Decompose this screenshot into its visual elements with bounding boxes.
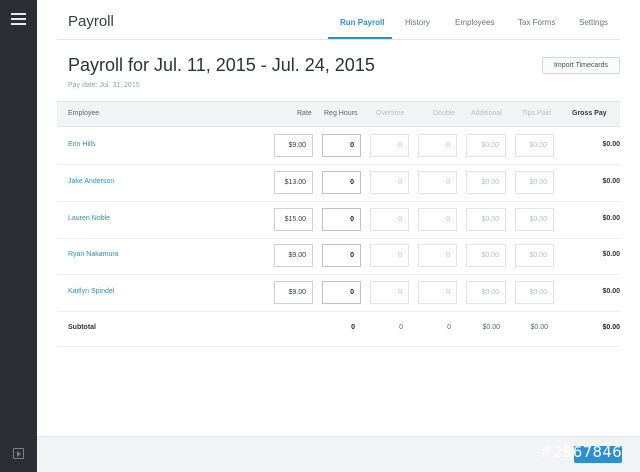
tips-paid-input[interactable]: $0.00 (515, 244, 554, 267)
overtime-input[interactable]: 0 (370, 281, 409, 304)
additional-input[interactable]: $0.00 (466, 171, 506, 194)
sidebar (0, 0, 37, 472)
tips-paid-input[interactable]: $0.00 (515, 208, 554, 231)
double-input[interactable]: 0 (418, 134, 457, 157)
employee-link[interactable]: Lauren Noble (68, 215, 110, 222)
table-row: Erin Hills $9.00 0 0 0 $0.00 $0.00 $0.00 (57, 128, 620, 165)
gross-pay-value: $0.00 (602, 215, 620, 222)
overtime-input[interactable]: 0 (370, 208, 409, 231)
table-row: Kaitlyn Spindel $9.00 0 0 0 $0.00 $0.00 … (57, 275, 620, 312)
double-input[interactable]: 0 (418, 281, 457, 304)
subtotal-double: 0 (447, 324, 451, 331)
reg-hours-input[interactable]: 0 (322, 281, 361, 304)
divider (57, 39, 620, 40)
collapse-sidebar-icon[interactable] (13, 448, 24, 459)
additional-input[interactable]: $0.00 (466, 134, 506, 157)
top-nav: Payroll Run Payroll History Employees Ta… (37, 0, 640, 40)
reg-hours-input[interactable]: 0 (322, 244, 361, 267)
page-title: Payroll for Jul. 11, 2015 - Jul. 24, 201… (68, 55, 375, 75)
rate-field[interactable]: $9.00 (274, 134, 313, 157)
tab-history[interactable]: History (405, 18, 430, 27)
hamburger-menu-icon[interactable] (11, 13, 26, 25)
reg-hours-input[interactable]: 0 (322, 208, 361, 231)
employee-link[interactable]: Erin Hills (68, 141, 96, 148)
tips-paid-input[interactable]: $0.00 (515, 134, 554, 157)
col-double: Double (433, 110, 456, 117)
gross-pay-value: $0.00 (602, 288, 620, 295)
footer-bar: #2967846 (37, 436, 640, 472)
col-additional: Additional (471, 110, 502, 117)
tips-paid-input[interactable]: $0.00 (515, 171, 554, 194)
subtotal-overtime: 0 (399, 324, 403, 331)
double-input[interactable]: 0 (418, 244, 457, 267)
double-input[interactable]: 0 (418, 171, 457, 194)
col-rate: Rate (297, 110, 312, 117)
additional-input[interactable]: $0.00 (466, 244, 506, 267)
col-gross-pay: Gross Pay (572, 110, 607, 117)
additional-input[interactable]: $0.00 (466, 208, 506, 231)
tab-employees[interactable]: Employees (455, 18, 495, 27)
col-reg-hours: Reg Hours (324, 110, 358, 117)
subtotal-additional: $0.00 (482, 324, 500, 331)
employee-link[interactable]: Ryan Nakamura (68, 251, 119, 258)
col-employee: Employee (68, 110, 100, 117)
col-tips-paid: Tips Paid (522, 110, 551, 117)
subtotal-reg-hours: 0 (351, 324, 355, 331)
reg-hours-input[interactable]: 0 (322, 134, 361, 157)
gross-pay-value: $0.00 (602, 178, 620, 185)
rate-field[interactable]: $9.00 (274, 281, 313, 304)
tab-tax-forms[interactable]: Tax Forms (518, 18, 555, 27)
subtotal-row: Subtotal 0 0 0 $0.00 $0.00 $0.00 (57, 312, 620, 347)
app-title: Payroll (68, 13, 114, 30)
col-overtime: Overtime (376, 110, 405, 117)
watermark-text: #2967846 (540, 443, 622, 461)
employee-link[interactable]: Jake Anderson (68, 178, 114, 185)
subtotal-tips-paid: $0.00 (530, 324, 548, 331)
table-row: Lauren Noble $15.00 0 0 0 $0.00 $0.00 $0… (57, 202, 620, 239)
gross-pay-value: $0.00 (602, 251, 620, 258)
subtotal-label: Subtotal (68, 324, 96, 331)
table-row: Jake Anderson $13.00 0 0 0 $0.00 $0.00 $… (57, 165, 620, 202)
tips-paid-input[interactable]: $0.00 (515, 281, 554, 304)
table-header: Employee Rate Reg Hours Overtime Double … (57, 101, 620, 127)
import-timecards-button[interactable]: Import Timecards (542, 57, 620, 74)
gross-pay-value: $0.00 (602, 141, 620, 148)
table-row: Ryan Nakamura $9.00 0 0 0 $0.00 $0.00 $0… (57, 238, 620, 275)
overtime-input[interactable]: 0 (370, 171, 409, 194)
rate-field[interactable]: $13.00 (274, 171, 313, 194)
main-content: Payroll Run Payroll History Employees Ta… (37, 0, 640, 472)
pay-date: Pay date: Jul. 31, 2015 (68, 82, 140, 89)
employee-link[interactable]: Kaitlyn Spindel (68, 288, 114, 295)
reg-hours-input[interactable]: 0 (322, 171, 361, 194)
subtotal-gross-pay: $0.00 (602, 324, 620, 331)
tab-settings[interactable]: Settings (579, 18, 608, 27)
rate-field[interactable]: $15.00 (274, 208, 313, 231)
additional-input[interactable]: $0.00 (466, 281, 506, 304)
tab-run-payroll[interactable]: Run Payroll (340, 18, 384, 27)
rate-field[interactable]: $9.00 (274, 244, 313, 267)
overtime-input[interactable]: 0 (370, 134, 409, 157)
overtime-input[interactable]: 0 (370, 244, 409, 267)
double-input[interactable]: 0 (418, 208, 457, 231)
